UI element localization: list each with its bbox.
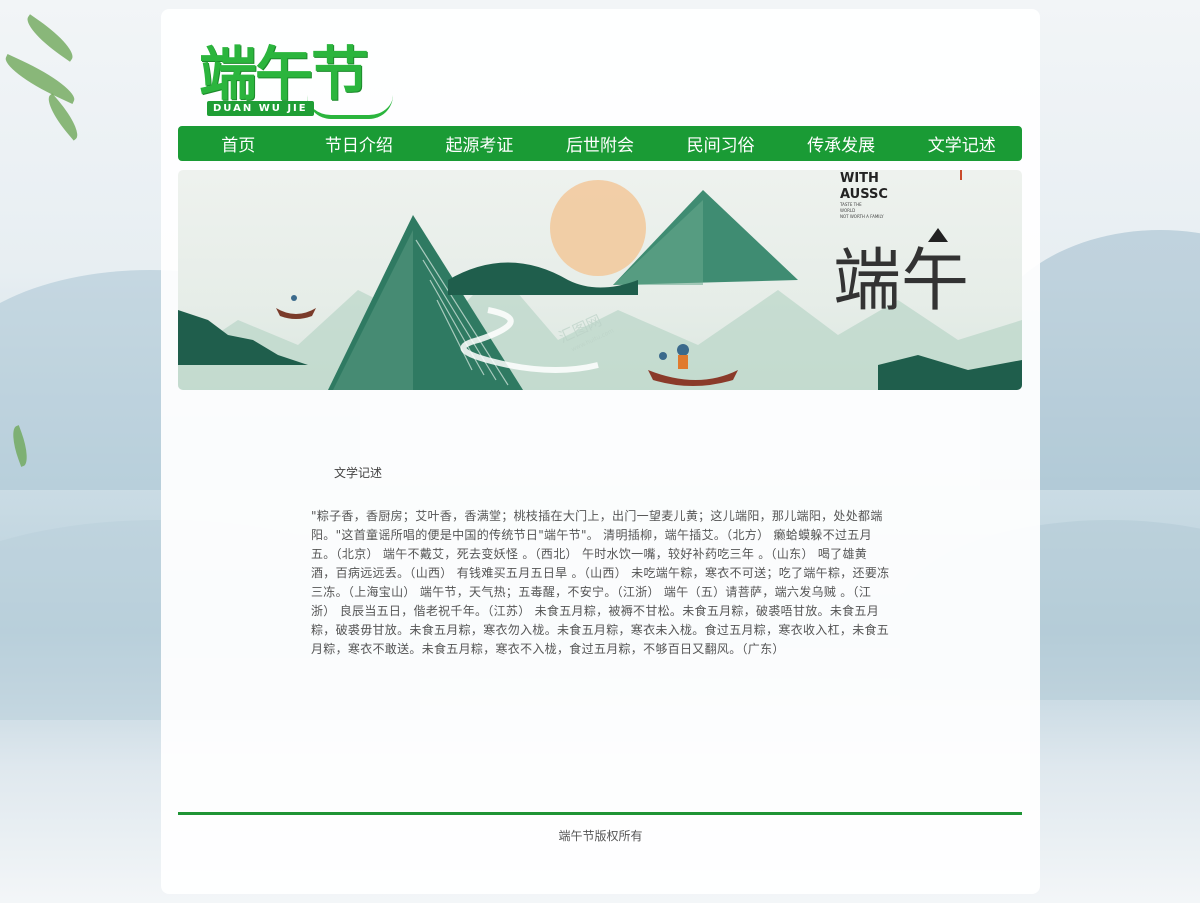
main-nav: 首页 节日介绍 起源考证 后世附会 民间习俗 传承发展 文学记述 [178, 126, 1022, 161]
nav-item-folk-customs[interactable]: 民间习俗 [660, 131, 781, 156]
content-body: "粽子香，香厨房；艾叶香，香满堂；桃枝插在大门上，出门一望麦儿黄；这儿端阳，那儿… [311, 509, 890, 656]
willow-leaf-icon [0, 53, 81, 105]
banner-calligraphy: 端午 [833, 242, 969, 321]
nav-item-later-attribution[interactable]: 后世附会 [540, 131, 661, 156]
page-container: 端午节 DUAN WU JIE 首页 节日介绍 起源考证 后世附会 民间习俗 传… [161, 9, 1040, 894]
willow-leaf-icon [41, 93, 85, 141]
footer-divider [178, 812, 1022, 815]
banner-tag-line1: WITH [840, 171, 879, 186]
banner-tag-small1: TASTE THE [839, 202, 862, 207]
content-title: 文学记述 [334, 466, 383, 480]
willow-leaf-icon [20, 14, 80, 62]
nav-item-heritage[interactable]: 传承发展 [781, 131, 902, 156]
site-logo[interactable]: 端午节 DUAN WU JIE [197, 27, 397, 123]
hero-banner: WITH AUSSC TASTE THE WORLD NOT WORTH A F… [178, 170, 1022, 390]
logo-subtitle: DUAN WU JIE [207, 101, 314, 116]
sun-icon [550, 180, 646, 276]
nav-item-home[interactable]: 首页 [178, 131, 299, 156]
nav-item-origin[interactable]: 起源考证 [419, 131, 540, 156]
footer-copyright: 端午节版权所有 [558, 829, 643, 843]
small-boat-icon [276, 295, 316, 319]
banner-tag-small2: WORLD [840, 208, 855, 213]
banner-illustration: WITH AUSSC TASTE THE WORLD NOT WORTH A F… [178, 170, 1022, 390]
triangle-icon [928, 228, 948, 242]
willow-leaf-icon [7, 425, 33, 467]
logo-swirl-icon [307, 95, 393, 119]
banner-tag-line2: AUSSC [840, 187, 888, 202]
banner-tag-small3: NOT WORTH A FAMILY [840, 214, 884, 219]
nav-item-literature[interactable]: 文学记述 [901, 131, 1022, 156]
nav-item-introduction[interactable]: 节日介绍 [299, 131, 420, 156]
